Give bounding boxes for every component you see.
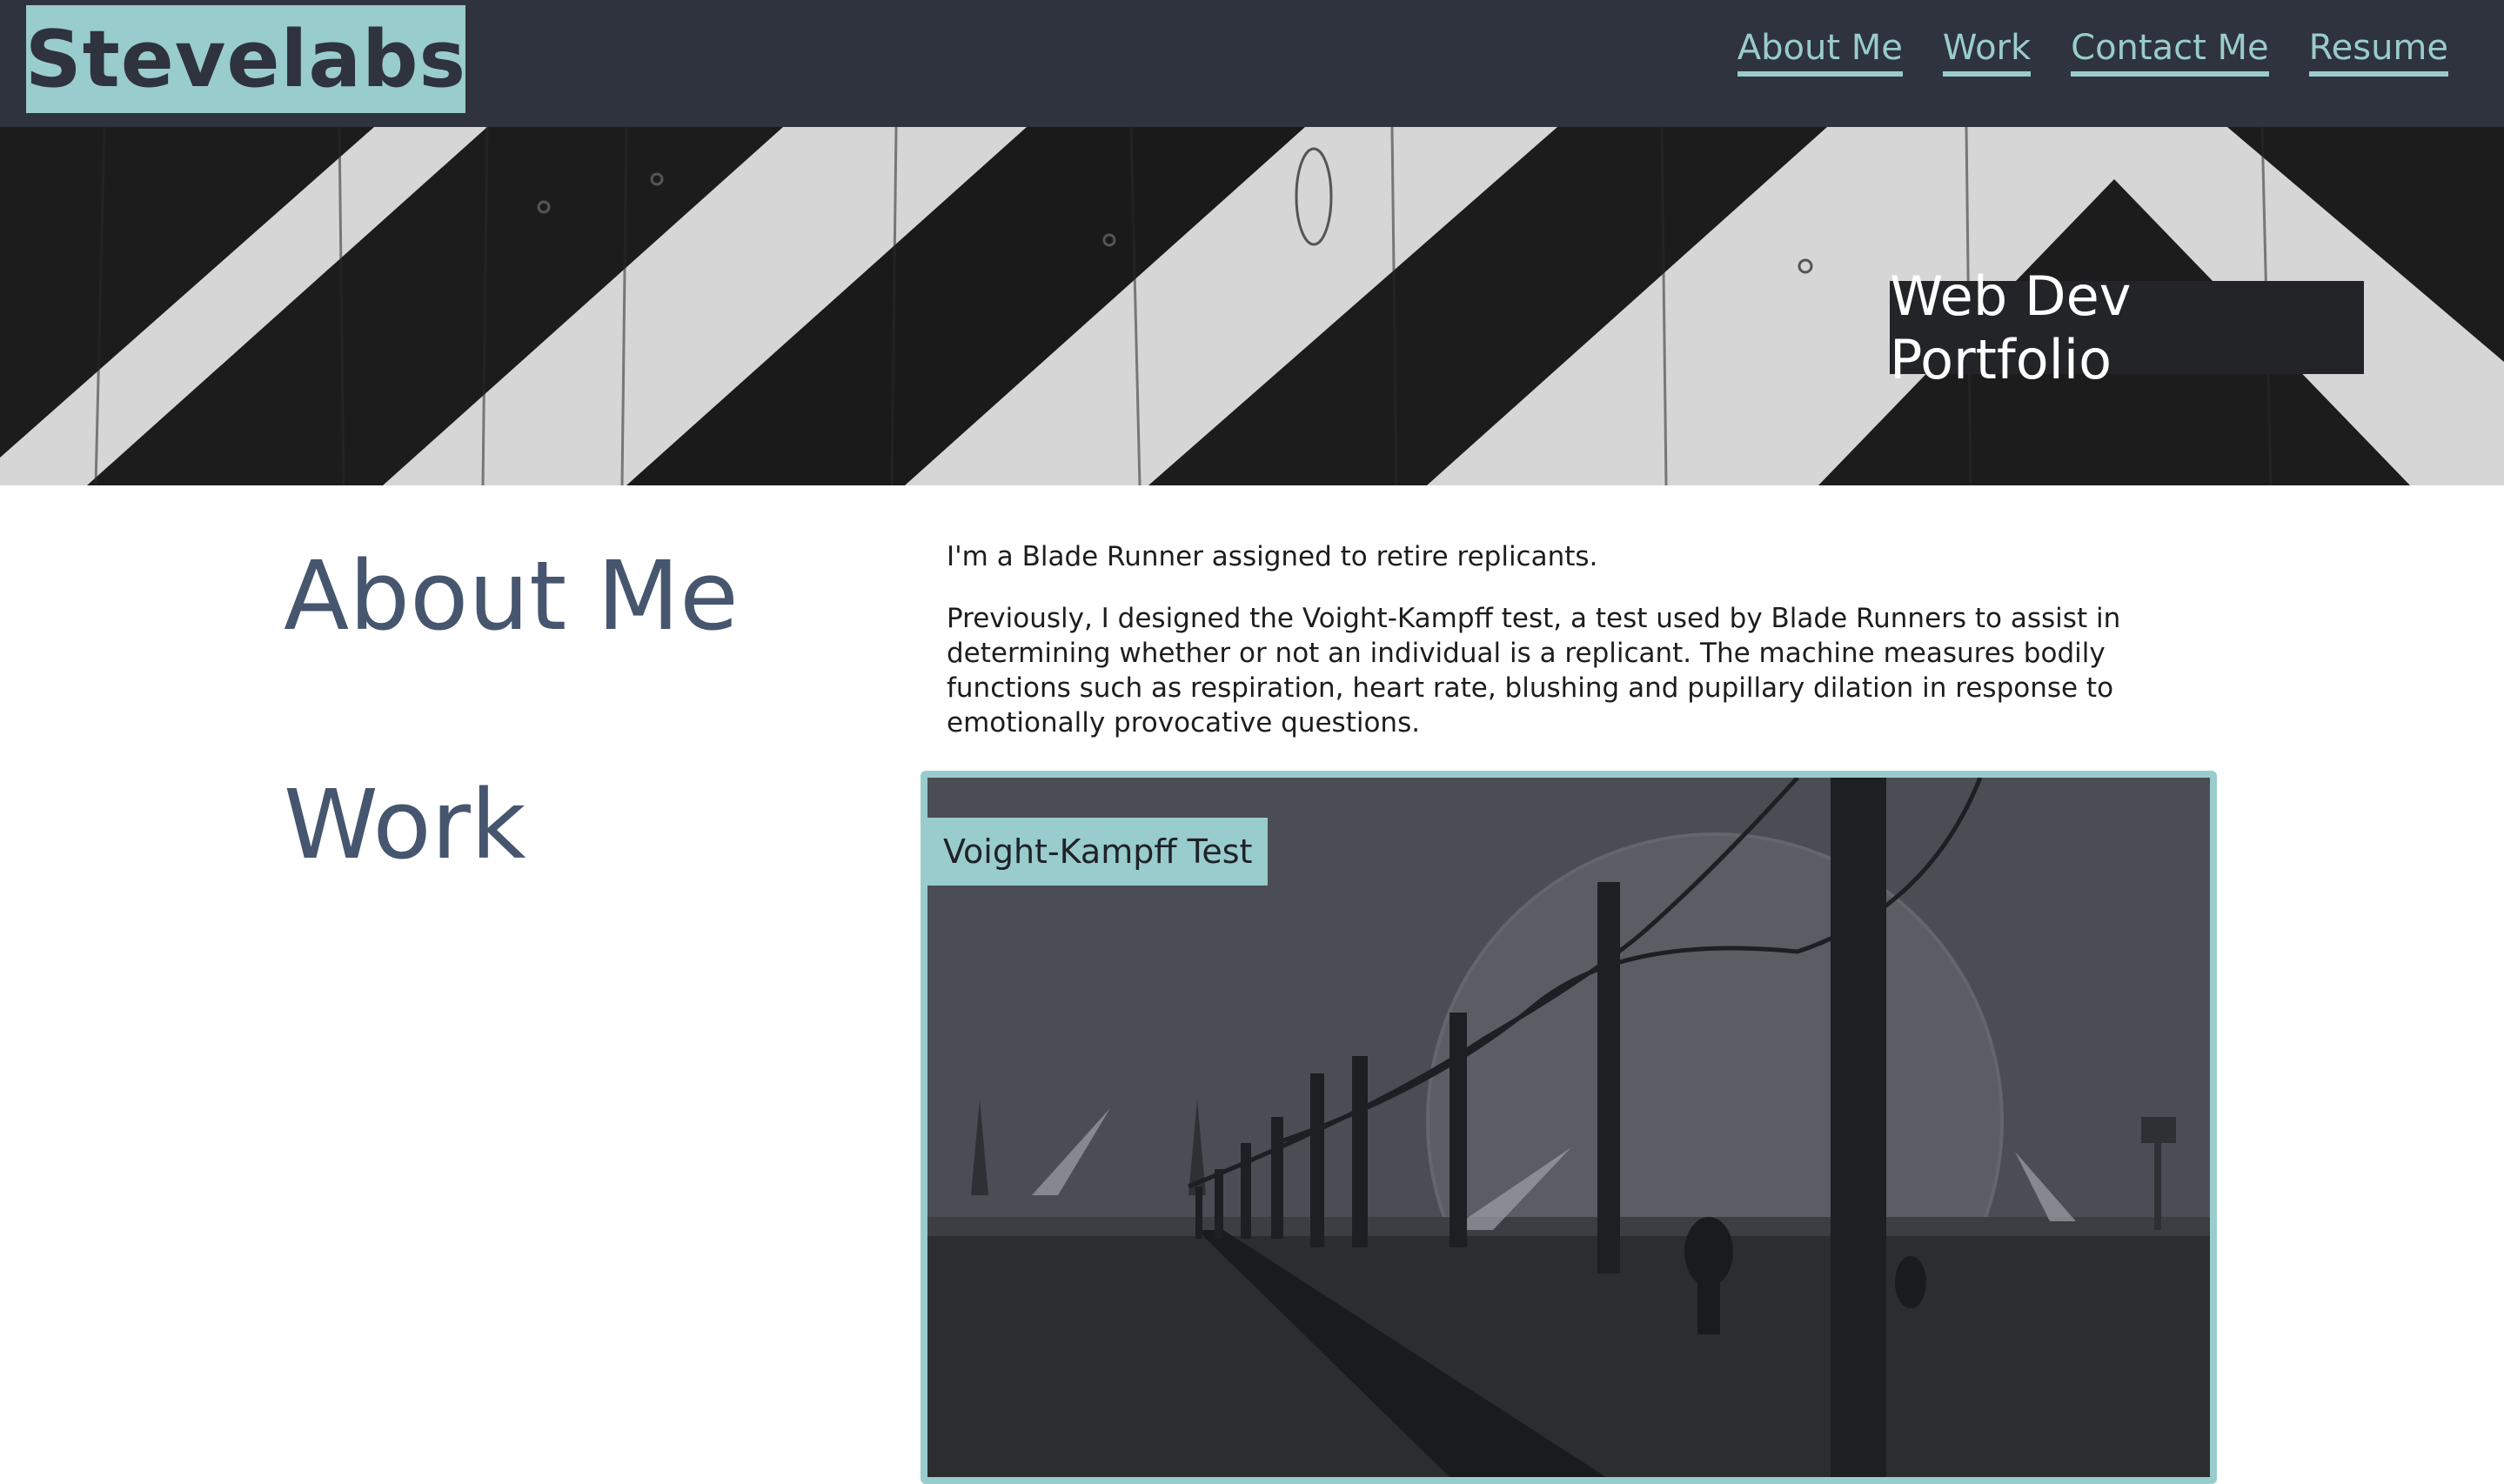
hero-banner: Web Dev Portfolio: [0, 127, 2504, 485]
about-paragraph: Previously, I designed the Voight-Kampff…: [947, 603, 2121, 739]
nav-link-resume[interactable]: Resume: [2308, 26, 2448, 77]
work-heading: Work: [284, 769, 526, 880]
nav-link-contact-me[interactable]: Contact Me: [2071, 26, 2269, 77]
project-card-voight-kampff[interactable]: Voight-Kampff Test: [921, 771, 2217, 1484]
site-logo[interactable]: Stevelabs: [25, 5, 465, 113]
project-title: Voight-Kampff Test: [927, 818, 1269, 886]
site-header: Stevelabs About Me Work Contact Me Resum…: [0, 0, 2504, 127]
about-text: I'm a Blade Runner assigned to retire re…: [947, 539, 2217, 767]
about-heading: About Me: [284, 540, 739, 652]
about-paragraph: I'm a Blade Runner assigned to retire re…: [947, 541, 1598, 572]
nav-link-work[interactable]: Work: [1942, 26, 2032, 77]
nav-link-about-me[interactable]: About Me: [1737, 26, 1903, 77]
main-nav: About Me Work Contact Me Resume: [1737, 26, 2448, 77]
hero-title: Web Dev Portfolio: [1890, 264, 2364, 391]
